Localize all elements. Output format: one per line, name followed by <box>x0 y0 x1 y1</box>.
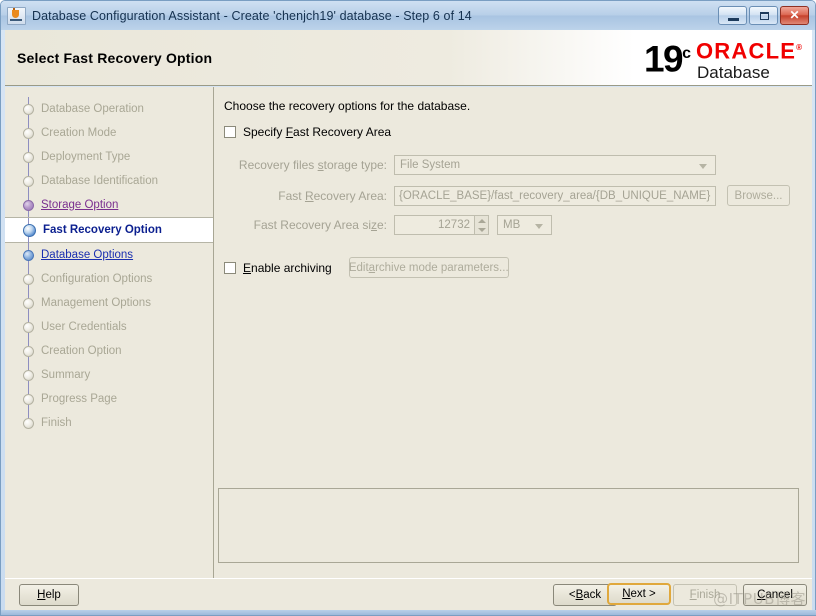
step-bullet-icon <box>23 370 34 381</box>
sidebar-item-configuration-options: Configuration Options <box>5 267 213 291</box>
step-label: Management Options <box>41 297 151 309</box>
step-bullet-icon <box>23 322 34 333</box>
enable-archiving-row[interactable]: Enable archiving Edit archive mode param… <box>224 257 509 278</box>
page-title: Select Fast Recovery Option <box>17 50 212 66</box>
sidebar-item-fast-recovery-option[interactable]: Fast Recovery Option <box>5 217 213 243</box>
window-title: Database Configuration Assistant - Creat… <box>32 9 472 23</box>
finish-button: Finish <box>673 584 737 606</box>
step-label: Creation Option <box>41 345 122 357</box>
dbca-window: Database Configuration Assistant - Creat… <box>0 0 816 616</box>
page-header: Select Fast Recovery Option 19c ORACLE® … <box>5 30 812 86</box>
step-bullet-icon <box>23 346 34 357</box>
sidebar-item-creation-option: Creation Option <box>5 339 213 363</box>
step-bullet-icon <box>23 224 36 237</box>
cancel-button[interactable]: Cancel <box>743 584 807 606</box>
fra-path-input[interactable]: {ORACLE_BASE}/fast_recovery_area/{DB_UNI… <box>394 186 716 206</box>
help-button[interactable]: Help <box>19 584 79 606</box>
step-bullet-icon <box>23 418 34 429</box>
sidebar-item-summary: Summary <box>5 363 213 387</box>
step-label: Finish <box>41 417 72 429</box>
java-coffee-cup-icon <box>7 7 26 25</box>
step-bullet-icon <box>23 250 34 261</box>
sidebar-item-database-operation: Database Operation <box>5 97 213 121</box>
sidebar-item-database-options[interactable]: Database Options <box>5 243 213 267</box>
main-panel: Choose the recovery options for the data… <box>214 87 812 578</box>
chevron-down-icon <box>535 224 543 229</box>
maximize-button[interactable] <box>749 6 778 25</box>
step-bullet-icon <box>23 128 34 139</box>
storage-type-row: Recovery files storage type: File System <box>224 155 784 175</box>
step-bullet-icon <box>23 394 34 405</box>
step-bullet-icon <box>23 176 34 187</box>
sidebar-item-finish: Finish <box>5 411 213 435</box>
fra-path-row: Fast Recovery Area: {ORACLE_BASE}/fast_r… <box>224 185 816 206</box>
intro-text: Choose the recovery options for the data… <box>224 99 470 113</box>
step-label: Progress Page <box>41 393 117 405</box>
content-area: Database Operation Creation Mode Deploym… <box>5 87 812 578</box>
fra-size-unit-select[interactable]: MB <box>497 215 552 235</box>
specify-fra-checkbox[interactable] <box>224 126 236 138</box>
sidebar-item-database-identification: Database Identification <box>5 169 213 193</box>
oracle-logo: 19c ORACLE® Database <box>644 35 802 82</box>
close-icon: ✕ <box>781 7 808 24</box>
step-label: Fast Recovery Option <box>43 224 162 236</box>
step-label: Configuration Options <box>41 273 152 285</box>
enable-archiving-checkbox[interactable] <box>224 262 236 274</box>
sidebar-item-progress-page: Progress Page <box>5 387 213 411</box>
title-bar: Database Configuration Assistant - Creat… <box>1 1 815 30</box>
step-bullet-icon <box>23 152 34 163</box>
stepper-down-icon[interactable] <box>478 228 486 232</box>
fra-size-label: Fast Recovery Area size: <box>224 218 387 232</box>
step-bullet-icon <box>23 274 34 285</box>
sidebar-item-user-credentials: User Credentials <box>5 315 213 339</box>
specify-fra-label: Specify Fast Recovery Area <box>243 125 391 139</box>
step-bullet-icon <box>23 200 34 211</box>
logo-product: Database <box>697 63 802 82</box>
step-label[interactable]: Storage Option <box>41 199 118 211</box>
sidebar-item-storage-option[interactable]: Storage Option <box>5 193 213 217</box>
stepper-up-icon[interactable] <box>478 219 486 223</box>
storage-type-value: File System <box>400 159 460 171</box>
fra-size-input[interactable]: 12732 <box>394 215 475 235</box>
storage-type-select[interactable]: File System <box>394 155 716 175</box>
window-controls: ✕ <box>718 6 811 25</box>
fra-size-unit-value: MB <box>503 219 520 231</box>
close-button[interactable]: ✕ <box>780 6 809 25</box>
message-panel <box>218 488 799 563</box>
minimize-button[interactable] <box>718 6 747 25</box>
step-label: Database Identification <box>41 175 158 187</box>
step-label: User Credentials <box>41 321 127 333</box>
wizard-steps-sidebar: Database Operation Creation Mode Deploym… <box>5 87 214 578</box>
fra-size-stepper[interactable] <box>475 215 489 235</box>
edit-archive-mode-parameters-button[interactable]: Edit archive mode parameters... <box>349 257 509 278</box>
step-label: Deployment Type <box>41 151 130 163</box>
step-bullet-icon <box>23 298 34 309</box>
sidebar-item-deployment-type: Deployment Type <box>5 145 213 169</box>
wizard-button-bar: Help < Back Next > Finish Cancel @ITPUB博… <box>5 578 812 612</box>
fra-size-row: Fast Recovery Area size: 12732 MB <box>224 215 624 235</box>
next-button[interactable]: Next > <box>607 583 671 605</box>
step-label: Database Operation <box>41 103 144 115</box>
logo-version: 19c <box>644 35 691 77</box>
window-bottom-edge <box>1 610 816 615</box>
logo-brand: ORACLE® <box>696 37 802 62</box>
step-label: Summary <box>41 369 90 381</box>
storage-type-label: Recovery files storage type: <box>224 158 387 172</box>
fra-path-label: Fast Recovery Area: <box>224 189 387 203</box>
chevron-down-icon <box>699 164 707 169</box>
step-bullet-icon <box>23 104 34 115</box>
browse-button[interactable]: Browse... <box>727 185 790 206</box>
sidebar-item-management-options: Management Options <box>5 291 213 315</box>
sidebar-item-creation-mode: Creation Mode <box>5 121 213 145</box>
specify-fra-row[interactable]: Specify Fast Recovery Area <box>224 125 391 139</box>
step-label[interactable]: Database Options <box>41 249 133 261</box>
enable-archiving-label: Enable archiving <box>243 261 332 275</box>
step-label: Creation Mode <box>41 127 116 139</box>
